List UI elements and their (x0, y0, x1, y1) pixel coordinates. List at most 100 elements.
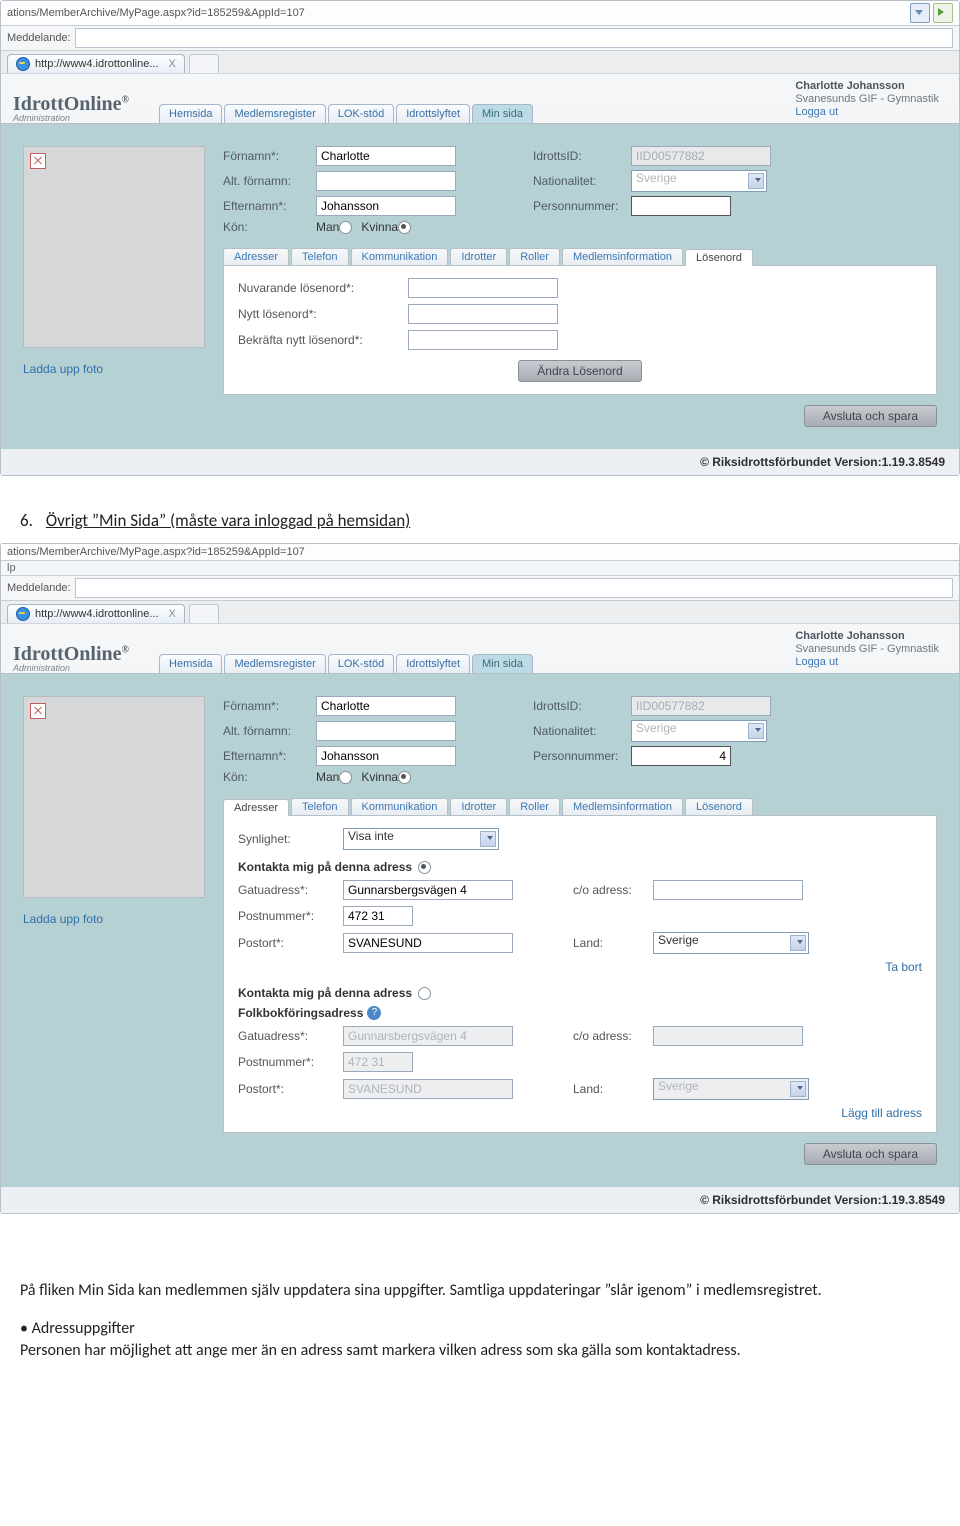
add-address-link[interactable]: Lägg till adress (841, 1106, 922, 1120)
logout-link[interactable]: Logga ut (795, 106, 939, 119)
label-contact-secondary: Kontakta mig på denna adress (238, 986, 412, 1000)
password-panel: Nuvarande lösenord*: Nytt lösenord*: Bek… (223, 266, 937, 395)
footer-copyright: © Riksidrottsförbundet Version:1.19.3.85… (1, 449, 959, 475)
nav-minsida[interactable]: Min sida (472, 104, 533, 123)
app-logo: IdrottOnline® (13, 93, 129, 115)
help-menu[interactable]: lp (1, 561, 959, 576)
radio-contact-secondary[interactable] (418, 987, 431, 1000)
url-text: ations/MemberArchive/MyPage.aspx?id=1852… (7, 7, 906, 19)
tab-idrotter-b[interactable]: Idrotter (450, 798, 507, 815)
save-close-button[interactable]: Avsluta och spara (804, 405, 937, 427)
label-personnummer-b: Personnummer: (533, 749, 631, 763)
label-kvinna: Kvinna (361, 220, 398, 234)
nav-idrottslyftet[interactable]: Idrottslyftet (396, 104, 470, 123)
radio-man[interactable] (339, 221, 352, 234)
close-tab-icon[interactable]: X (169, 58, 176, 70)
radio-kvinna[interactable] (398, 221, 411, 234)
logout-link-b[interactable]: Logga ut (795, 656, 939, 669)
heading-number: 6. (20, 510, 42, 531)
new-tab-button[interactable] (189, 54, 219, 73)
input-confirm-pw[interactable] (408, 330, 558, 350)
select-nationalitet-b[interactable]: Sverige (631, 720, 767, 742)
meddelande-input-b[interactable] (75, 578, 953, 598)
browser-tab-b[interactable]: http://www4.idrottonline... X (7, 604, 185, 623)
heading-text: Övrigt ”Min Sida” (måste vara inloggad p… (46, 510, 410, 531)
label-efternamn: Efternamn*: (223, 199, 316, 213)
radio-man-b[interactable] (339, 771, 352, 784)
input-alt-fornamn-b[interactable] (316, 721, 456, 741)
nav-minsida-b[interactable]: Min sida (472, 654, 533, 673)
footer-copyright-b: © Riksidrottsförbundet Version:1.19.3.85… (1, 1187, 959, 1213)
input-idrottsid-b (631, 696, 771, 716)
select-land1[interactable]: Sverige (653, 932, 809, 954)
tab-adresser-b[interactable]: Adresser (223, 799, 289, 816)
label-postnr2: Postnummer*: (238, 1055, 343, 1069)
label-folkbokforing: Folkbokföringsadress (238, 1006, 363, 1020)
tab-medlemsinfo-b[interactable]: Medlemsinformation (562, 798, 683, 815)
label-current-pw: Nuvarande lösenord*: (238, 281, 408, 295)
meddelande-input[interactable] (75, 28, 953, 48)
help-icon[interactable]: ? (367, 1006, 381, 1020)
label-contact-primary: Kontakta mig på denna adress (238, 860, 412, 874)
user-name: Charlotte Johansson (795, 80, 939, 93)
browser-address-bar: ations/MemberArchive/MyPage.aspx?id=1852… (1, 1, 959, 26)
nav-medlemsregister-b[interactable]: Medlemsregister (224, 654, 325, 673)
select-nationalitet[interactable]: Sverige (631, 170, 767, 192)
tab-kommunikation-b[interactable]: Kommunikation (351, 798, 449, 815)
url-dropdown-icon[interactable] (910, 3, 930, 23)
label-new-pw: Nytt lösenord*: (238, 307, 408, 321)
input-new-pw[interactable] (408, 304, 558, 324)
input-current-pw[interactable] (408, 278, 558, 298)
input-alt-fornamn[interactable] (316, 171, 456, 191)
remove-address-link[interactable]: Ta bort (885, 960, 922, 974)
ie-icon (16, 57, 30, 71)
tab-roller[interactable]: Roller (509, 248, 560, 265)
tab-medlemsinfo[interactable]: Medlemsinformation (562, 248, 683, 265)
nav-lokstod-b[interactable]: LOK-stöd (328, 654, 394, 673)
input-efternamn[interactable] (316, 196, 456, 216)
tab-adresser[interactable]: Adresser (223, 248, 289, 265)
main-nav: Hemsida Medlemsregister LOK-stöd Idrotts… (159, 104, 535, 123)
paragraph-1: På fliken Min Sida kan medlemmen själv u… (0, 1280, 960, 1302)
input-co1[interactable] (653, 880, 803, 900)
radio-contact-primary[interactable] (418, 861, 431, 874)
radio-kvinna-b[interactable] (398, 771, 411, 784)
select-synlighet[interactable]: Visa inte (343, 828, 499, 850)
nav-lokstod[interactable]: LOK-stöd (328, 104, 394, 123)
tab-roller-b[interactable]: Roller (509, 798, 560, 815)
input-personnummer-b[interactable] (631, 746, 731, 766)
bullet-1: • Adressuppgifter (0, 1318, 960, 1340)
browser-tab[interactable]: http://www4.idrottonline... X (7, 54, 185, 73)
input-personnummer[interactable] (631, 196, 731, 216)
tab-idrotter[interactable]: Idrotter (450, 248, 507, 265)
new-tab-button-b[interactable] (189, 604, 219, 623)
input-efternamn-b[interactable] (316, 746, 456, 766)
input-fornamn-b[interactable] (316, 696, 456, 716)
input-fornamn[interactable] (316, 146, 456, 166)
change-password-button[interactable]: Ändra Lösenord (518, 360, 641, 382)
input-postnr1[interactable] (343, 906, 413, 926)
input-gatu1[interactable] (343, 880, 513, 900)
label-gatu1: Gatuadress*: (238, 883, 343, 897)
inner-tab-row: Adresser Telefon Kommunikation Idrotter … (223, 248, 937, 266)
nav-idrottslyftet-b[interactable]: Idrottslyftet (396, 654, 470, 673)
upload-photo-link[interactable]: Ladda upp foto (23, 362, 103, 376)
nav-hemsida[interactable]: Hemsida (159, 104, 222, 123)
tab-losenord-b[interactable]: Lösenord (685, 798, 753, 815)
tab-telefon[interactable]: Telefon (291, 248, 348, 265)
go-arrow-icon[interactable] (933, 3, 953, 23)
tab-losenord[interactable]: Lösenord (685, 249, 753, 266)
nav-medlemsregister[interactable]: Medlemsregister (224, 104, 325, 123)
label-man: Man (316, 220, 339, 234)
user-org: Svanesunds GIF - Gymnastik (795, 93, 939, 106)
tab-kommunikation[interactable]: Kommunikation (351, 248, 449, 265)
save-close-button-b[interactable]: Avsluta och spara (804, 1143, 937, 1165)
nav-hemsida-b[interactable]: Hemsida (159, 654, 222, 673)
close-tab-icon-b[interactable]: X (169, 608, 176, 620)
tab-telefon-b[interactable]: Telefon (291, 798, 348, 815)
section-heading: 6. Övrigt ”Min Sida” (måste vara inlogga… (0, 510, 960, 531)
input-postort1[interactable] (343, 933, 513, 953)
meddelande-label-b: Meddelande: (7, 582, 71, 594)
profile-photo-placeholder-b (23, 696, 205, 898)
upload-photo-link-b[interactable]: Ladda upp foto (23, 912, 103, 926)
